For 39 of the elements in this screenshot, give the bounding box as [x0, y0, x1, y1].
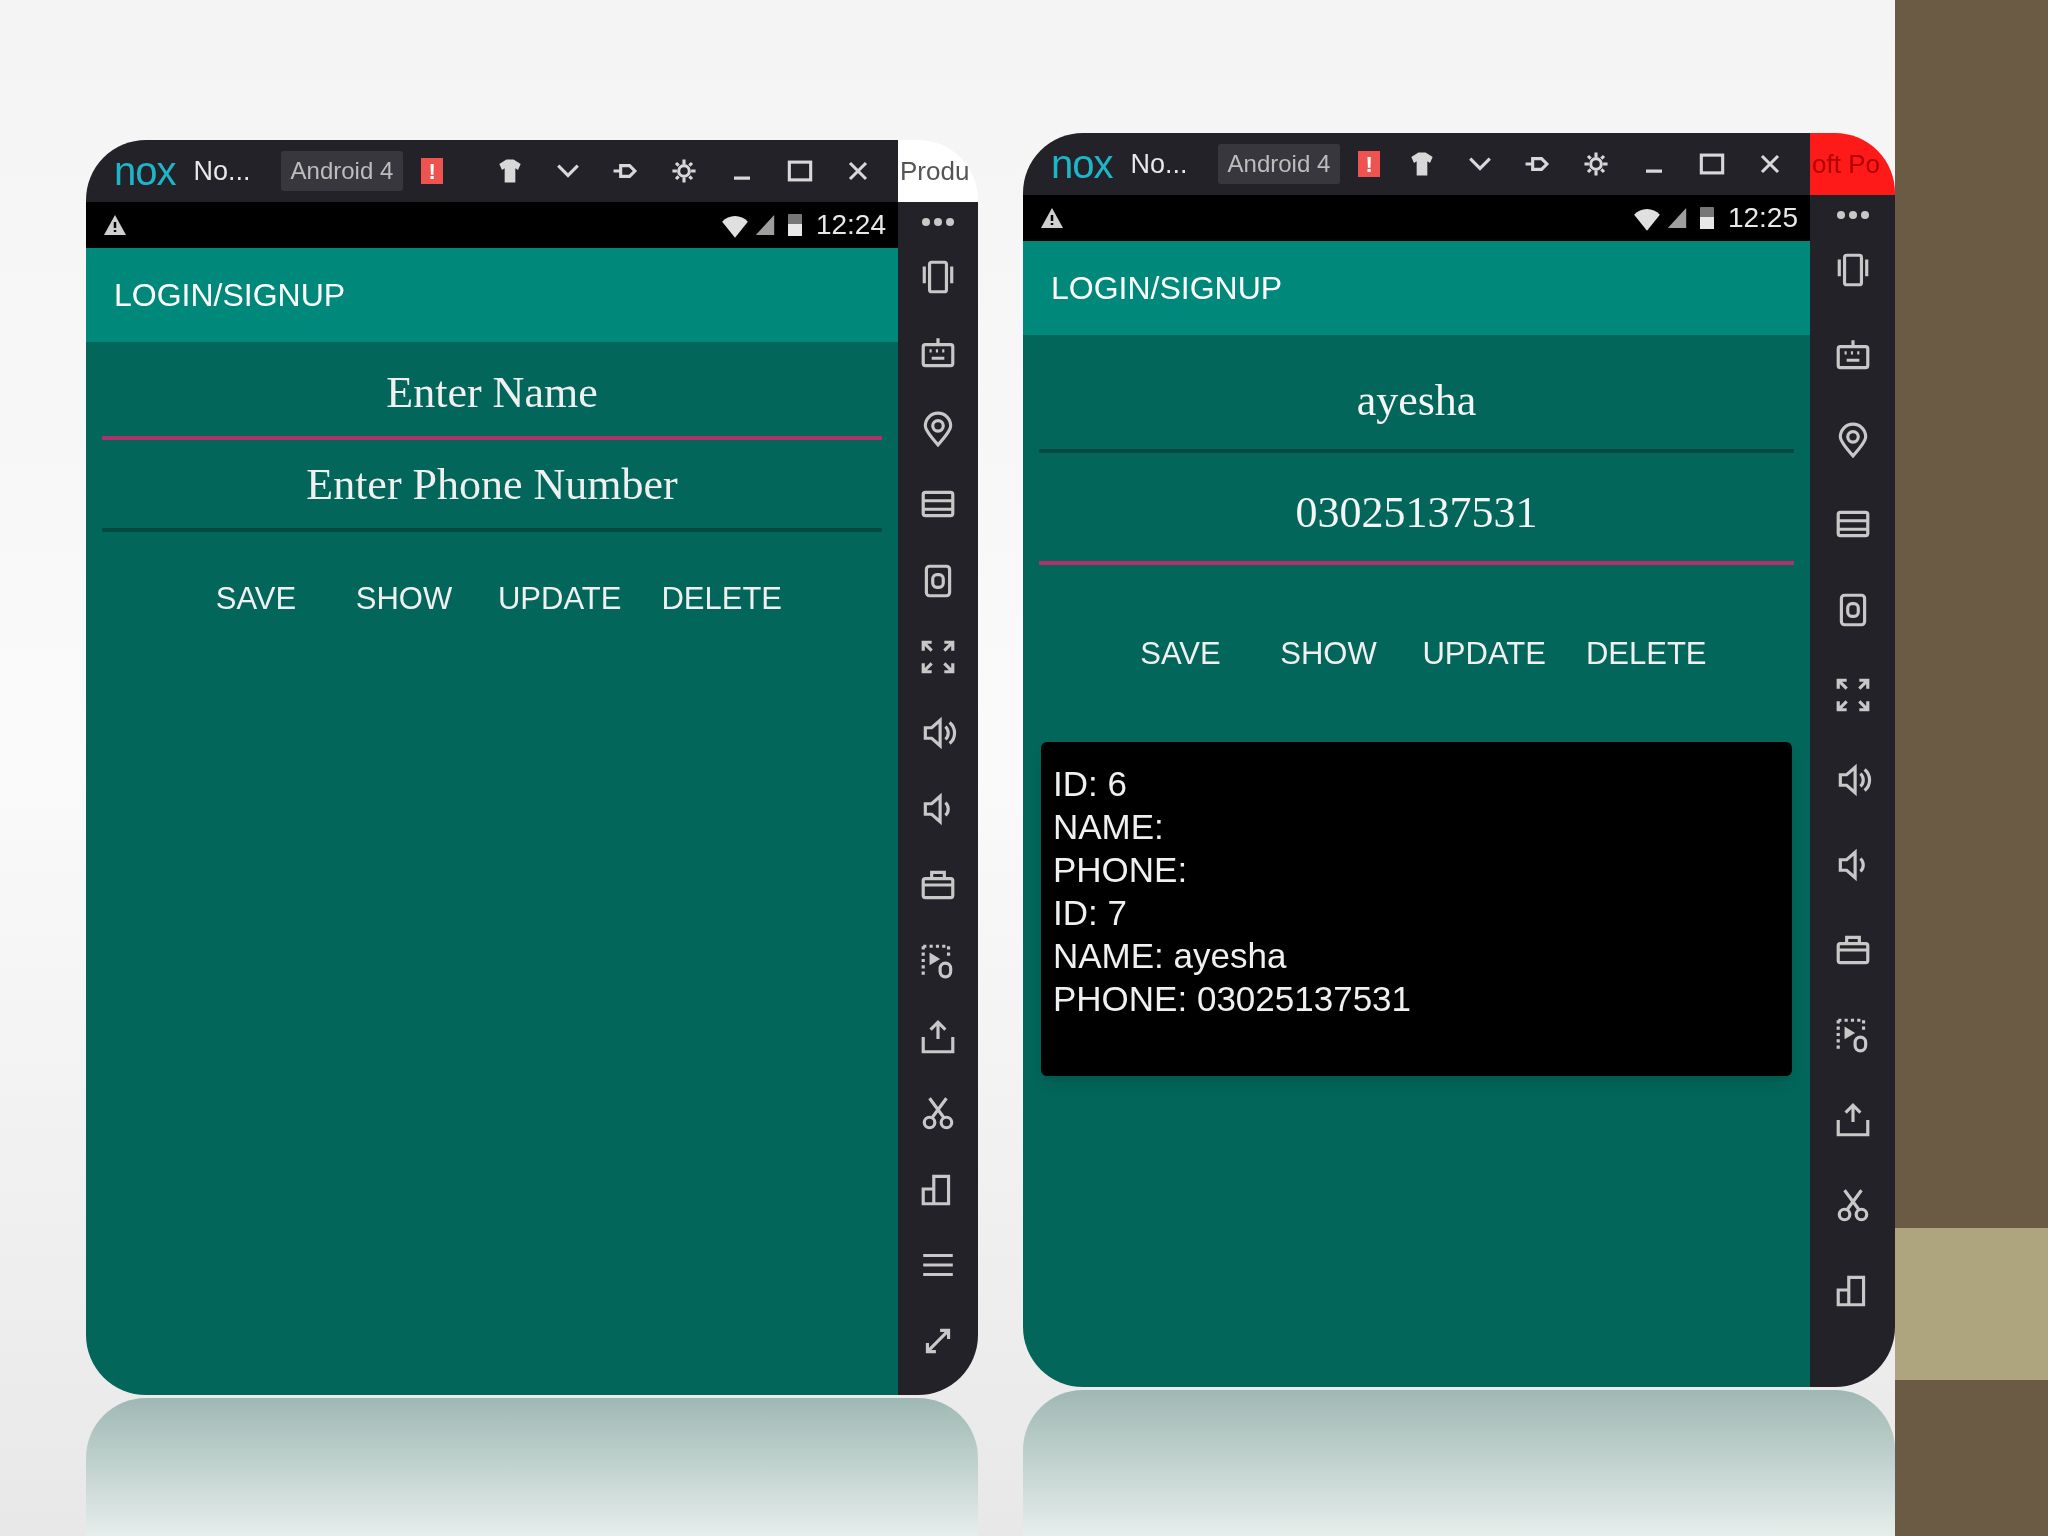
action-button[interactable]: DELETE: [651, 568, 793, 631]
status-time: 12:25: [1727, 201, 1798, 235]
action-button[interactable]: UPDATE: [487, 568, 632, 631]
window-title: No...: [1130, 147, 1188, 181]
warning-icon: [1039, 206, 1065, 230]
result-line: PHONE: 03025137531: [1053, 977, 1413, 1020]
result-line: ID: 6: [1053, 762, 1128, 805]
action-button[interactable]: SAVE: [191, 568, 320, 631]
warning-icon: [102, 213, 128, 237]
action-button[interactable]: SHOW: [339, 568, 468, 631]
window-title: No...: [193, 154, 251, 188]
upload-icon[interactable]: [919, 1018, 957, 1056]
app-logo: nox: [114, 151, 176, 191]
result-line: PHONE:: [1053, 848, 1189, 891]
version-badge: Android 4: [1217, 144, 1341, 184]
input-field[interactable]: Enter Name: [102, 348, 882, 440]
more-icon[interactable]: [919, 216, 957, 228]
background-window-text: Produ: [899, 154, 970, 188]
battery-icon: [785, 211, 804, 239]
input-field[interactable]: ayesha: [1039, 351, 1794, 453]
app-title: LOGIN/SIGNUP: [114, 276, 346, 315]
result-line: NAME:: [1053, 805, 1165, 848]
version-badge: Android 4: [280, 151, 404, 191]
background-window-text: oft Po: [1811, 147, 1880, 181]
action-button[interactable]: SHOW: [1264, 623, 1393, 686]
action-button[interactable]: SAVE: [1116, 623, 1245, 686]
status-time: 12:24: [815, 208, 886, 242]
alert-badge: !: [421, 158, 444, 184]
input-field[interactable]: 03025137531: [1039, 463, 1794, 565]
action-button[interactable]: UPDATE: [1412, 623, 1556, 686]
result-line: ID: 7: [1053, 891, 1128, 934]
fullscreen-icon[interactable]: [919, 638, 957, 676]
app-title: LOGIN/SIGNUP: [1051, 269, 1283, 308]
input-field[interactable]: Enter Phone Number: [102, 440, 882, 532]
result-line: NAME: ayesha: [1053, 934, 1288, 977]
action-button[interactable]: DELETE: [1575, 623, 1717, 686]
alert-badge: !: [1358, 151, 1381, 177]
battery-icon: [1697, 204, 1716, 232]
app-logo: nox: [1051, 144, 1113, 184]
